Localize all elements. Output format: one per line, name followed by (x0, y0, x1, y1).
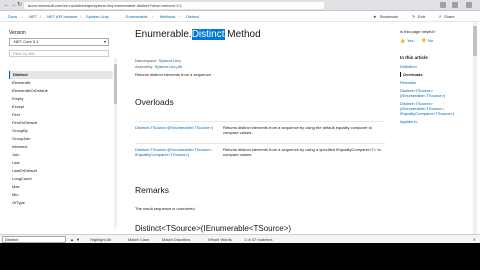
method-description: Returns distinct elements from a sequenc… (135, 72, 212, 77)
chevron-down-icon: ▾ (103, 39, 106, 44)
sidebar-item-method[interactable]: FirstOrDefault (9, 119, 113, 127)
toc-item-applies-to[interactable]: Applies to (400, 119, 470, 124)
sidebar-item-method[interactable]: Join (9, 151, 113, 159)
extension-icon[interactable] (452, 2, 458, 8)
scrollbar-thumb[interactable] (114, 64, 117, 104)
find-input[interactable]: Distinct (2, 236, 66, 243)
overloads-heading: Overloads (135, 97, 174, 107)
breadcrumb-separator: / (80, 14, 82, 19)
table-of-contents: Definition Overloads Remarks Distinct<TS… (400, 64, 470, 127)
toc-item-distinct-overload-2[interactable]: Distinct<TSource>(IEnumerable<TSource>, … (400, 101, 470, 116)
sidebar-item-method[interactable]: Min (9, 191, 113, 199)
overload-link[interactable]: Distinct<TSource>(IEnumerable<TSource>) (135, 125, 215, 130)
assembly-label: Assembly: (135, 64, 154, 69)
breadcrumb-item[interactable]: Docs (8, 11, 17, 22)
right-sidebar: Is this page helpful? 👍 Yes 👎 No In this… (397, 22, 471, 234)
yes-button[interactable]: Yes (407, 38, 414, 43)
version-value: .NET Core 3.1 (13, 39, 39, 44)
sidebar-item-method[interactable]: LongCount (9, 175, 113, 183)
scrollbar-thumb[interactable] (473, 26, 477, 56)
filter-input[interactable]: Filter by title (9, 50, 109, 57)
toc-item-definition[interactable]: Definition (400, 64, 470, 69)
breadcrumb-item[interactable]: Distinct (186, 11, 199, 22)
sidebar-item-method[interactable]: Except (9, 103, 113, 111)
sidebar-item-method[interactable]: ElementAt (9, 79, 113, 87)
reload-icon[interactable]: ↻ (16, 2, 23, 9)
find-bar: Distinct ▲ ▼ Highlight All Match Case Ma… (0, 234, 480, 243)
no-button[interactable]: No (428, 38, 433, 43)
breadcrumb-separator: / (22, 14, 24, 19)
sidebar-item-method[interactable]: GroupJoin (9, 135, 113, 143)
share-button[interactable]: Share (444, 11, 455, 22)
helpful-question: Is this page helpful? (400, 29, 436, 34)
breadcrumb-separator: / (180, 14, 182, 19)
namespace-link[interactable]: System.Linq (159, 58, 181, 63)
assembly-row: Assembly: System.Linq.dll (135, 64, 182, 69)
sidebar-item-method[interactable]: LastOrDefault (9, 167, 113, 175)
namespace-row: Namespace: System.Linq (135, 58, 181, 63)
breadcrumb-item[interactable]: .NET (28, 11, 37, 22)
in-this-article-heading: In this article (400, 55, 428, 60)
browser-window: ← → ↻ docs.microsoft.com/en-us/dotnet/ap… (0, 0, 480, 270)
main-content: Enumerable.Distinct Method Namespace: Sy… (131, 22, 389, 234)
bookmark-icon[interactable]: ★ (373, 11, 377, 22)
share-icon[interactable]: ↗ (438, 11, 441, 22)
breadcrumb-separator: / (40, 14, 42, 19)
sidebar-item-method[interactable]: GroupBy (9, 127, 113, 135)
sidebar-item-method[interactable]: Empty (9, 95, 113, 103)
toc-item-remarks[interactable]: Remarks (400, 80, 470, 85)
page-title: Enumerable.Distinct Method (135, 29, 261, 40)
menu-icon[interactable] (466, 2, 472, 8)
breadcrumb: Docs / .NET / .NET API browser / System.… (0, 11, 480, 22)
sidebar-item-method[interactable]: OfType (9, 199, 113, 207)
version-select[interactable]: .NET Core 3.1 ▾ (9, 38, 109, 46)
toc-item-distinct-overload-1[interactable]: Distinct<TSource>(IEnumerable<TSource>) (400, 88, 470, 98)
overload-description: Returns distinct elements from a sequenc… (223, 125, 372, 135)
overload-description: Returns distinct elements from a sequenc… (223, 147, 381, 157)
thumbs-down-icon[interactable]: 👎 (421, 38, 426, 43)
sidebar-item-method[interactable]: Distinct (9, 71, 113, 79)
thumbs-up-icon[interactable]: 👍 (400, 38, 405, 43)
breadcrumb-item[interactable]: Methods (160, 11, 175, 22)
left-sidebar: Version .NET Core 3.1 ▾ Filter by title … (0, 22, 120, 234)
back-icon[interactable]: ← (3, 2, 10, 9)
edit-button[interactable]: Edit (418, 11, 425, 22)
breadcrumb-item[interactable]: Enumerable (126, 11, 148, 22)
method-list: Distinct ElementAt ElementAtOrDefault Empty… (9, 71, 113, 207)
breadcrumb-item[interactable]: .NET API browser (46, 11, 78, 22)
address-bar[interactable]: docs.microsoft.com/en-us/dotnet/api/syst… (24, 2, 324, 9)
sidebar-item-method[interactable]: Intersect (9, 143, 113, 151)
edit-icon[interactable]: ✎ (412, 11, 415, 22)
breadcrumb-item[interactable]: System.Linq (86, 11, 108, 22)
bookmark-button[interactable]: Bookmark (380, 11, 398, 22)
namespace-label: Namespace: (135, 58, 158, 63)
table-row: Distinct<TSource>(IEnumerable<TSource>, … (135, 143, 385, 171)
sidebar-item-method[interactable]: Last (9, 159, 113, 167)
sidebar-item-method[interactable]: First (9, 111, 113, 119)
page-scrollbar[interactable] (473, 22, 477, 234)
assembly-link[interactable]: System.Linq.dll (155, 64, 182, 69)
video-letterbox (0, 243, 480, 270)
library-icon[interactable] (440, 2, 446, 8)
signature-heading: Distinct<TSource>(IEnumerable<TSource>) (135, 224, 292, 233)
sidebar-scrollbar[interactable] (114, 58, 117, 228)
remarks-heading: Remarks (135, 185, 170, 195)
breadcrumb-separator: / (152, 14, 154, 19)
breadcrumb-separator: / (108, 14, 110, 19)
title-prefix: Enumerable. (135, 29, 192, 40)
browser-toolbar: ← → ↻ docs.microsoft.com/en-us/dotnet/ap… (0, 0, 480, 11)
toc-item-overloads[interactable]: Overloads (400, 72, 470, 77)
sidebar-item-method[interactable]: Max (9, 183, 113, 191)
overload-link[interactable]: Distinct<TSource>(IEnumerable<TSource>, … (135, 147, 215, 157)
remarks-text: The result sequence is unordered. (135, 206, 196, 211)
version-label: Version (9, 30, 26, 36)
title-highlight: Distinct (191, 29, 225, 40)
title-suffix: Method (224, 29, 261, 40)
sidebar-item-method[interactable]: ElementAtOrDefault (9, 87, 113, 95)
